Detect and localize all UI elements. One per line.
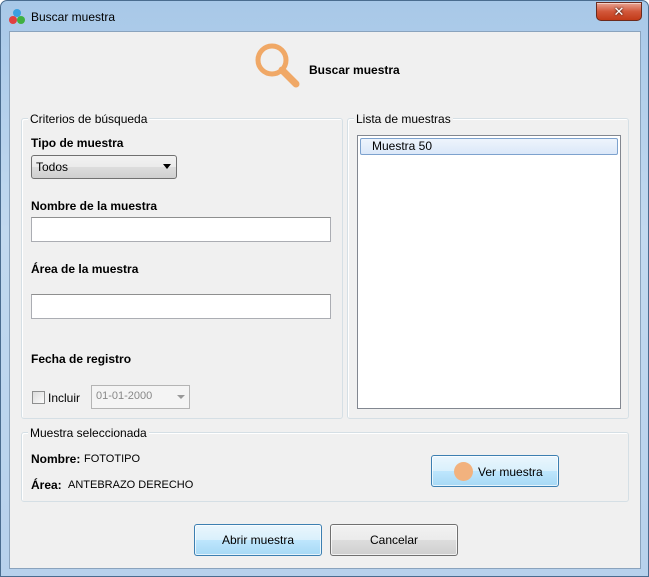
search-criteria-group-title: Criterios de búsqueda xyxy=(28,112,150,126)
include-date-label[interactable]: Incluir xyxy=(48,391,80,405)
include-date-checkbox[interactable] xyxy=(32,391,45,404)
sample-list-group-title: Lista de muestras xyxy=(354,112,453,126)
open-sample-label: Abrir muestra xyxy=(221,533,295,547)
view-sample-icon xyxy=(454,462,473,481)
registration-date-value: 01-01-2000 xyxy=(96,390,153,402)
sample-type-value: Todos xyxy=(36,160,69,174)
sample-area-input[interactable] xyxy=(31,294,331,319)
sample-area-label: Área de la muestra xyxy=(31,262,139,276)
close-icon: ✕ xyxy=(613,4,625,19)
magnifier-icon xyxy=(255,43,300,88)
close-button[interactable]: ✕ xyxy=(596,2,642,21)
chevron-down-icon xyxy=(163,164,171,169)
header-title: Buscar muestra xyxy=(309,63,400,77)
dialog-window: Buscar muestra ✕ Buscar muestra Criterio… xyxy=(0,0,649,577)
sample-type-label: Tipo de muestra xyxy=(31,136,124,150)
cancel-button[interactable]: Cancelar xyxy=(330,524,458,556)
app-icon xyxy=(9,9,25,25)
list-item[interactable]: Muestra 50 xyxy=(360,138,618,155)
sample-name-input[interactable] xyxy=(31,217,331,242)
calendar-dropdown-icon xyxy=(177,395,185,399)
view-sample-label: Ver muestra xyxy=(478,465,543,479)
title-bar[interactable]: Buscar muestra ✕ xyxy=(1,1,648,31)
sample-type-dropdown[interactable]: Todos xyxy=(31,155,177,179)
selected-name-key: Nombre: xyxy=(31,452,81,466)
cancel-label: Cancelar xyxy=(369,533,419,547)
window-title: Buscar muestra xyxy=(31,10,116,24)
sample-name-label: Nombre de la muestra xyxy=(31,199,158,213)
selected-sample-group-title: Muestra seleccionada xyxy=(28,426,149,440)
sample-listbox[interactable]: Muestra 50 xyxy=(357,135,621,409)
open-sample-button[interactable]: Abrir muestra xyxy=(194,524,322,556)
view-sample-button[interactable]: Ver muestra xyxy=(431,455,559,487)
selected-area-value: ANTEBRAZO DERECHO xyxy=(68,479,194,491)
registration-date-label: Fecha de registro xyxy=(31,352,132,366)
selected-name-value: FOTOTIPO xyxy=(84,453,141,465)
selected-area-key: Área: xyxy=(31,478,62,492)
registration-date-picker[interactable]: 01-01-2000 xyxy=(91,385,190,409)
dialog-client-area: Buscar muestra Criterios de búsqueda Tip… xyxy=(9,31,641,569)
